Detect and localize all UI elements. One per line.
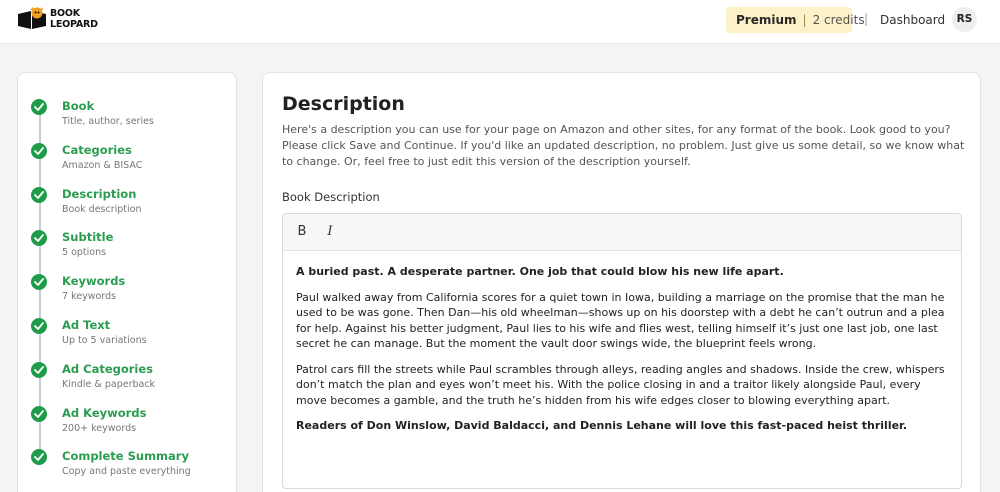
step-subtitle: Book description xyxy=(62,203,142,215)
book-description-label: Book Description xyxy=(282,190,380,204)
sidebar-step-categories[interactable]: Categories Amazon & BISAC xyxy=(31,142,231,183)
editor-toolbar: B I xyxy=(283,214,961,251)
description-paragraph: Paul walked away from California scores … xyxy=(296,290,945,351)
step-title: Categories xyxy=(62,142,132,157)
sidebar-step-ad-text[interactable]: Ad Text Up to 5 variations xyxy=(31,318,231,358)
sidebar-step-subtitle[interactable]: Subtitle 5 options xyxy=(31,230,231,270)
check-circle-icon xyxy=(31,361,47,378)
premium-credits-badge[interactable]: Premium | 2 credits xyxy=(726,7,865,33)
dashboard-link[interactable]: Dashboard xyxy=(880,13,945,27)
step-title: Complete Summary xyxy=(62,449,189,464)
sidebar-step-description[interactable]: Description Book description xyxy=(31,186,231,227)
description-paragraph: Readers of Don Winslow, David Baldacci, … xyxy=(296,419,908,432)
steps-sidebar: Book Title, author, series Categories Amazo… xyxy=(17,72,237,492)
top-bar: BOOK LEOPARD Premium | 2 credits | Dashboa… xyxy=(0,0,1000,44)
step-title: Subtitle xyxy=(62,230,114,245)
step-title: Ad Text xyxy=(62,318,111,332)
description-paragraph: A buried past. A desperate partner. One … xyxy=(296,265,784,278)
step-title: Book xyxy=(62,99,95,113)
book-leopard-logo[interactable]: BOOK LEOPARD xyxy=(17,7,101,33)
step-title: Description xyxy=(62,186,137,201)
sidebar-step-ad-categories[interactable]: Ad Categories Kindle & paperback xyxy=(31,361,231,402)
check-circle-icon xyxy=(31,274,47,291)
description-panel: Description Here's a description you can… xyxy=(262,72,981,492)
sidebar-step-book[interactable]: Book Title, author, series xyxy=(31,99,231,139)
badge-separator: | xyxy=(802,13,807,27)
sidebar-step-complete-summary[interactable]: Complete Summary Copy and paste everythin… xyxy=(31,449,231,489)
step-subtitle: Kindle & paperback xyxy=(62,378,156,390)
check-circle-icon xyxy=(31,230,47,247)
user-avatar[interactable]: RS xyxy=(952,7,977,32)
step-title: Ad Categories xyxy=(62,361,154,376)
step-subtitle: Copy and paste everything xyxy=(62,466,191,478)
check-circle-icon xyxy=(31,449,47,466)
italic-button[interactable]: I xyxy=(322,224,338,240)
description-paragraph: Patrol cars fill the streets while Paul … xyxy=(296,362,945,407)
sidebar-step-ad-keywords[interactable]: Ad Keywords 200+ keywords xyxy=(31,405,231,446)
sidebar-step-keywords[interactable]: Keywords 7 keywords xyxy=(31,274,231,314)
page-title: Description xyxy=(282,93,405,115)
check-circle-icon xyxy=(31,405,47,422)
nav-separator: | xyxy=(864,12,869,26)
step-subtitle: Up to 5 variations xyxy=(62,335,147,346)
step-title: Ad Keywords xyxy=(62,405,147,420)
check-circle-icon xyxy=(31,99,47,115)
book-leopard-icon xyxy=(18,7,46,29)
logo-wordmark: BOOK LEOPARD xyxy=(50,8,98,30)
check-circle-icon xyxy=(31,318,47,334)
plan-label: Premium xyxy=(736,13,797,27)
bold-button[interactable]: B xyxy=(294,224,310,240)
check-circle-icon xyxy=(31,142,47,159)
editor-content[interactable]: A buried past. A desperate partner. One … xyxy=(296,264,948,444)
step-subtitle: 5 options xyxy=(62,247,107,259)
step-title: Keywords xyxy=(62,274,126,289)
step-subtitle: Amazon & BISAC xyxy=(62,159,143,171)
step-subtitle: 7 keywords xyxy=(62,291,116,303)
step-subtitle: 200+ keywords xyxy=(62,422,137,434)
check-circle-icon xyxy=(31,186,47,203)
step-subtitle: Title, author, series xyxy=(62,116,154,127)
description-editor[interactable]: B I A buried past. A desperate partner. … xyxy=(282,213,962,489)
intro-text: Here's a description you can use for you… xyxy=(282,123,965,168)
credits-count: 2 credits xyxy=(812,13,865,27)
